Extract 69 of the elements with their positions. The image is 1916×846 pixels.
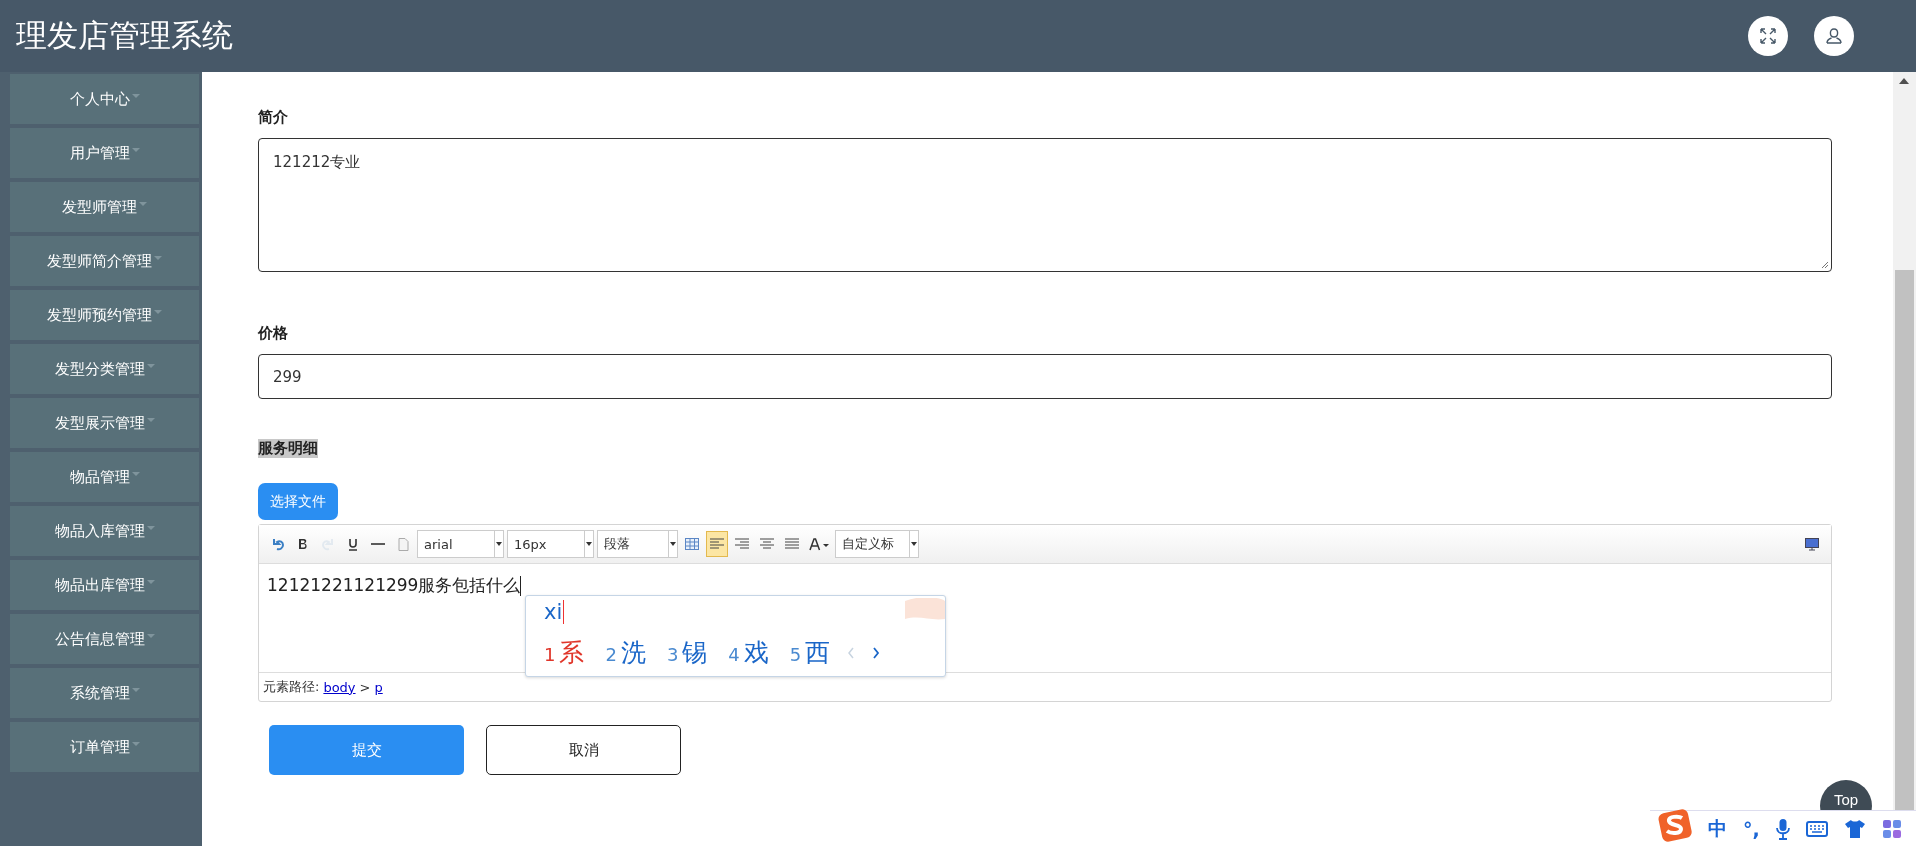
caret-icon: [146, 418, 155, 422]
path-link[interactable]: p: [374, 679, 383, 695]
intro-textarea[interactable]: 121212专业: [258, 138, 1832, 272]
sidebar-item[interactable]: 发型师预约管理: [10, 290, 199, 340]
caret-icon: [146, 634, 155, 638]
ime-candidate[interactable]: 2 洗: [605, 636, 646, 669]
caret-icon: [154, 310, 162, 314]
caret-icon[interactable]: [496, 542, 502, 546]
sidebar-item[interactable]: 发型分类管理: [10, 344, 199, 394]
path-separator: >: [359, 679, 371, 695]
caret-icon: [131, 94, 140, 98]
scroll-thumb[interactable]: [1895, 270, 1914, 810]
keyboard-icon[interactable]: [1805, 820, 1828, 837]
field-label: 价格: [258, 324, 288, 343]
scrollbar-track[interactable]: [1893, 72, 1916, 810]
sidebar-item[interactable]: 物品入库管理: [10, 506, 199, 556]
next-page-icon[interactable]: [872, 646, 881, 659]
sidebar-item[interactable]: 用户管理: [10, 128, 199, 178]
ime-logo-icon[interactable]: [1658, 807, 1692, 842]
sidebar-item[interactable]: 物品出库管理: [10, 560, 199, 610]
fullscreen-icon[interactable]: [1748, 16, 1788, 56]
sidebar-item[interactable]: 公告信息管理: [10, 614, 199, 664]
sidebar-item[interactable]: 发型展示管理: [10, 398, 199, 448]
sidebar-item[interactable]: 发型师简介管理: [10, 236, 199, 286]
field-label: 服务明细: [258, 439, 318, 458]
caret-icon: [146, 526, 155, 530]
caret-icon: [131, 742, 140, 746]
ime-candidate[interactable]: 4 戏: [728, 636, 769, 669]
swoosh-icon: [905, 598, 945, 620]
toolbar-dropdown[interactable]: 16px: [507, 530, 594, 558]
path-link[interactable]: body: [323, 679, 356, 695]
caret-icon[interactable]: [586, 542, 592, 546]
caret-icon[interactable]: [670, 542, 676, 546]
choose-file-button[interactable]: 选择文件: [258, 483, 338, 520]
app-title: 理发店管理系统: [16, 16, 233, 55]
punctuation-mode-text[interactable]: °,: [1743, 817, 1760, 840]
caret-icon: [131, 148, 140, 152]
cancel-button[interactable]: 取消: [486, 725, 681, 775]
microphone-icon[interactable]: [1775, 817, 1790, 840]
caret-icon[interactable]: [911, 542, 917, 546]
shirt-icon[interactable]: [1843, 818, 1866, 839]
sidebar-item[interactable]: 系统管理: [10, 668, 199, 718]
price-field[interactable]: 299: [258, 354, 1832, 399]
sidebar-item[interactable]: 个人中心: [10, 74, 199, 124]
path-label: 元素路径:: [263, 678, 320, 696]
ime-candidate[interactable]: 3 锡: [666, 636, 708, 669]
ime-candidate[interactable]: 5 西: [789, 636, 831, 669]
toolbar-dropdown[interactable]: arial: [417, 530, 504, 558]
toolbar-dropdown[interactable]: 段落: [597, 530, 678, 558]
ime-input-text: xi: [544, 600, 565, 624]
caret-icon: [146, 580, 155, 584]
sidebar-item[interactable]: 发型师管理: [10, 182, 199, 232]
sidebar-item[interactable]: 物品管理: [10, 452, 199, 502]
caret-icon: [154, 256, 162, 260]
sidebar-item[interactable]: 订单管理: [10, 722, 199, 772]
caret-icon: [131, 688, 140, 692]
scroll-up-icon[interactable]: [1899, 78, 1909, 84]
resize-grip-icon[interactable]: [1819, 259, 1829, 269]
submit-button[interactable]: 提交: [269, 725, 464, 775]
editor-text[interactable]: 12121221121299服务包括什么: [259, 564, 530, 607]
toolbar-dropdown[interactable]: 自定义标: [835, 530, 919, 558]
caret-icon: [139, 202, 147, 206]
field-label: 简介: [258, 108, 288, 127]
apps-grid-icon[interactable]: [1881, 818, 1902, 839]
user-icon[interactable]: [1814, 16, 1854, 56]
ime-candidate[interactable]: 1 系: [544, 636, 585, 669]
input-mode-text[interactable]: 中: [1708, 815, 1727, 842]
caret-icon: [146, 364, 155, 368]
caret-icon: [131, 472, 140, 476]
